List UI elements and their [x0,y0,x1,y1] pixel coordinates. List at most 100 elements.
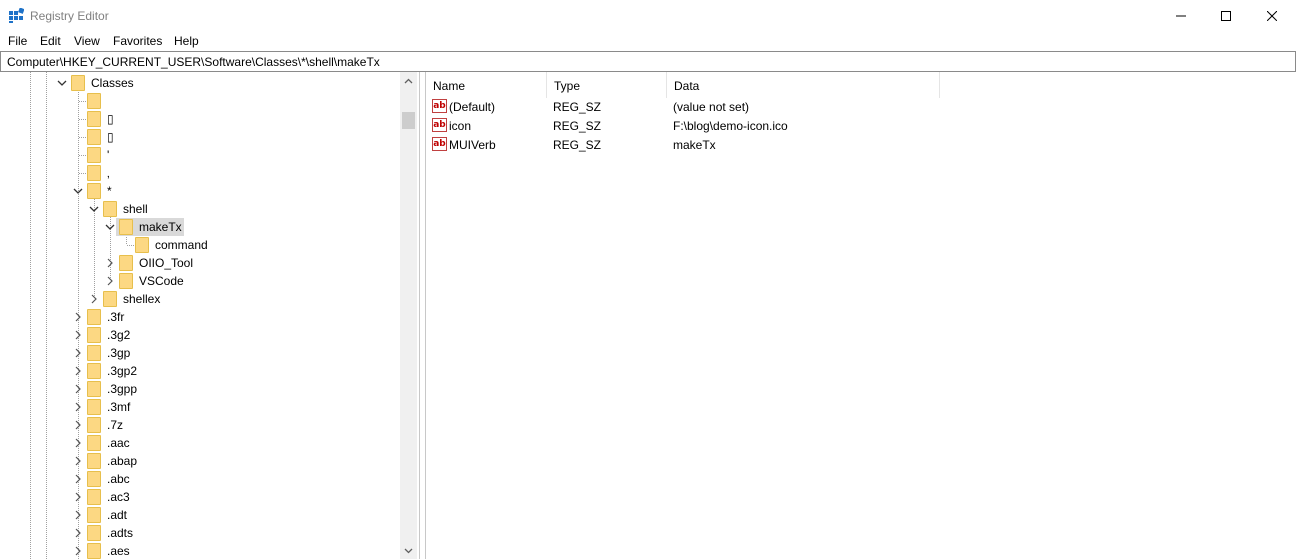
folder-icon [87,507,101,523]
tree-node-extension[interactable]: .7z [0,416,200,434]
menu-favorites[interactable]: Favorites [113,34,162,48]
registry-editor-icon [9,8,24,23]
column-header-label: Name [433,79,466,93]
tree-node-label: .3gp [107,346,131,360]
tree-node-label: OIIO_Tool [139,256,194,270]
tree-node-label: .abap [107,454,138,468]
tree-node-extension[interactable]: .abc [0,470,200,488]
chevron-right-icon[interactable] [73,366,83,376]
column-header-data[interactable]: Data [667,72,940,98]
column-header-name[interactable]: Name [426,72,547,98]
close-button[interactable] [1249,0,1295,31]
string-value-icon: ab [432,137,447,151]
maximize-button[interactable] [1203,0,1249,31]
menu-help[interactable]: Help [174,34,199,48]
tree-node-vscode[interactable]: VSCode [0,272,200,290]
tree-node-unnamed[interactable]: ▯ [0,110,200,128]
folder-icon [119,255,133,271]
tree-node-star[interactable]: * [0,182,200,200]
column-header-type[interactable]: Type [547,72,667,98]
chevron-down-icon [404,548,413,553]
chevron-down-icon[interactable] [73,186,83,196]
chevron-right-icon[interactable] [105,276,115,286]
tree-scrollbar[interactable] [400,72,417,559]
tree-node-extension[interactable]: .3fr [0,308,200,326]
chevron-right-icon[interactable] [73,438,83,448]
value-data: (value not set) [673,100,750,114]
value-row[interactable]: ab (Default) REG_SZ (value not set) [426,98,1026,117]
tree-node-extension[interactable]: .3gp [0,344,200,362]
tree-node-extension[interactable]: .ac3 [0,488,200,506]
tree-node-extension[interactable]: .adt [0,506,200,524]
chevron-right-icon[interactable] [73,348,83,358]
chevron-right-icon[interactable] [73,474,83,484]
tree-node-unnamed[interactable]: ‚ [0,164,200,182]
tree-node-unnamed[interactable]: ▯ [0,128,200,146]
chevron-right-icon[interactable] [89,294,99,304]
tree-node-label: .3fr [107,310,125,324]
tree-node-label: shellex [123,292,161,306]
tree-node-extension[interactable]: .3gp2 [0,362,200,380]
address-bar[interactable]: Computer\HKEY_CURRENT_USER\Software\Clas… [0,51,1296,72]
tree-node-extension[interactable]: .3mf [0,398,200,416]
tree-guide [79,119,86,120]
menu-view[interactable]: View [74,34,100,48]
scroll-down-button[interactable] [400,542,417,559]
folder-icon [87,363,101,379]
chevron-right-icon[interactable] [73,456,83,466]
value-row[interactable]: ab icon REG_SZ F:\blog\demo-icon.ico [426,117,1026,136]
key-tree: Classes ▯ ▯ ' ‚ * shell makeTx command O… [0,72,420,559]
chevron-right-icon[interactable] [73,384,83,394]
folder-icon [87,327,101,343]
tree-node-classes[interactable]: Classes [0,74,200,92]
menu-edit[interactable]: Edit [40,34,61,48]
folder-icon [87,525,101,541]
string-value-icon: ab [432,118,447,132]
value-name: (Default) [449,100,496,114]
chevron-right-icon[interactable] [105,258,115,268]
tree-node-extension[interactable]: .aes [0,542,200,559]
tree-node-label: .3g2 [107,328,131,342]
folder-icon [87,543,101,559]
tree-node-extension[interactable]: .adts [0,524,200,542]
tree-node-extension[interactable]: .3gpp [0,380,200,398]
folder-icon [87,417,101,433]
tree-node-shell[interactable]: shell [0,200,200,218]
menu-file[interactable]: File [8,34,27,48]
chevron-right-icon[interactable] [73,402,83,412]
scroll-thumb[interactable] [402,112,415,129]
chevron-down-icon[interactable] [105,222,115,232]
chevron-right-icon[interactable] [73,330,83,340]
chevron-right-icon[interactable] [73,528,83,538]
close-icon [1267,10,1277,21]
minimize-button[interactable] [1158,0,1204,31]
chevron-right-icon[interactable] [73,546,83,556]
tree-node-label: .3mf [107,400,131,414]
scroll-up-button[interactable] [400,72,417,89]
tree-node-extension[interactable]: .abap [0,452,200,470]
tree-node-shellex[interactable]: shellex [0,290,200,308]
tree-node-oiio-tool[interactable]: OIIO_Tool [0,254,200,272]
tree-node-maketx[interactable]: makeTx [0,218,200,236]
folder-icon [87,399,101,415]
chevron-right-icon[interactable] [73,492,83,502]
tree-node-label: .aes [107,544,130,558]
window-title: Registry Editor [30,9,109,23]
tree-node-extension[interactable]: .3g2 [0,326,200,344]
value-row[interactable]: ab MUIVerb REG_SZ makeTx [426,136,1026,155]
tree-node-command[interactable]: command [0,236,220,254]
folder-icon [71,75,85,91]
chevron-right-icon[interactable] [73,312,83,322]
title-bar: Registry Editor [0,0,1296,31]
address-path: Computer\HKEY_CURRENT_USER\Software\Clas… [7,55,380,69]
tree-node-unnamed[interactable] [0,92,200,110]
value-type: REG_SZ [553,138,602,152]
tree-node-unnamed[interactable]: ' [0,146,200,164]
chevron-right-icon[interactable] [73,510,83,520]
tree-node-label: .adts [107,526,134,540]
chevron-down-icon[interactable] [89,204,99,214]
tree-node-extension[interactable]: .aac [0,434,200,452]
chevron-right-icon[interactable] [73,420,83,430]
tree-node-label: .aac [107,436,130,450]
chevron-down-icon[interactable] [57,78,67,88]
